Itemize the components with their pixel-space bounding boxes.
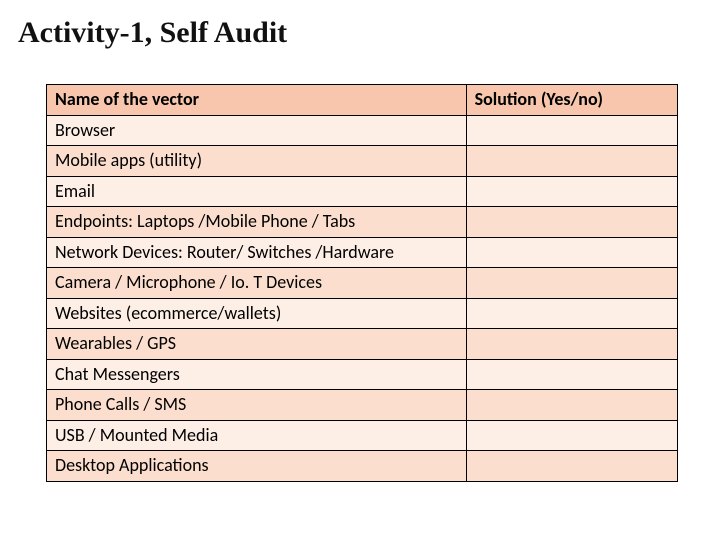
cell-name: Chat Messengers (47, 359, 467, 390)
table-header-row: Name of the vector Solution (Yes/no) (47, 85, 678, 116)
table-row: Mobile apps (utility) (47, 146, 678, 177)
cell-solution (466, 237, 677, 268)
cell-solution (466, 268, 677, 299)
slide: Activity-1, Self Audit Name of the vecto… (0, 0, 720, 540)
table-row: Endpoints: Laptops /Mobile Phone / Tabs (47, 207, 678, 238)
cell-solution (466, 207, 677, 238)
audit-table: Name of the vector Solution (Yes/no) Bro… (46, 84, 678, 482)
cell-name: Email (47, 176, 467, 207)
cell-name: Wearables / GPS (47, 329, 467, 360)
cell-solution (466, 176, 677, 207)
cell-solution (466, 146, 677, 177)
cell-name: Mobile apps (utility) (47, 146, 467, 177)
table-row: Camera / Microphone / Io. T Devices (47, 268, 678, 299)
cell-solution (466, 298, 677, 329)
cell-name: Network Devices: Router/ Switches /Hardw… (47, 237, 467, 268)
table-row: USB / Mounted Media (47, 420, 678, 451)
page-title: Activity-1, Self Audit (18, 16, 287, 50)
cell-name: Endpoints: Laptops /Mobile Phone / Tabs (47, 207, 467, 238)
table-row: Wearables / GPS (47, 329, 678, 360)
cell-solution (466, 115, 677, 146)
header-solution: Solution (Yes/no) (466, 85, 677, 116)
cell-solution (466, 390, 677, 421)
table-row: Email (47, 176, 678, 207)
cell-solution (466, 329, 677, 360)
cell-solution (466, 451, 677, 482)
table-row: Chat Messengers (47, 359, 678, 390)
cell-solution (466, 420, 677, 451)
cell-solution (466, 359, 677, 390)
cell-name: Websites (ecommerce/wallets) (47, 298, 467, 329)
cell-name: USB / Mounted Media (47, 420, 467, 451)
table-row: Browser (47, 115, 678, 146)
header-name: Name of the vector (47, 85, 467, 116)
cell-name: Desktop Applications (47, 451, 467, 482)
cell-name: Camera / Microphone / Io. T Devices (47, 268, 467, 299)
table-row: Websites (ecommerce/wallets) (47, 298, 678, 329)
table-row: Desktop Applications (47, 451, 678, 482)
table-row: Network Devices: Router/ Switches /Hardw… (47, 237, 678, 268)
cell-name: Browser (47, 115, 467, 146)
table-row: Phone Calls / SMS (47, 390, 678, 421)
audit-table-container: Name of the vector Solution (Yes/no) Bro… (46, 84, 678, 482)
cell-name: Phone Calls / SMS (47, 390, 467, 421)
